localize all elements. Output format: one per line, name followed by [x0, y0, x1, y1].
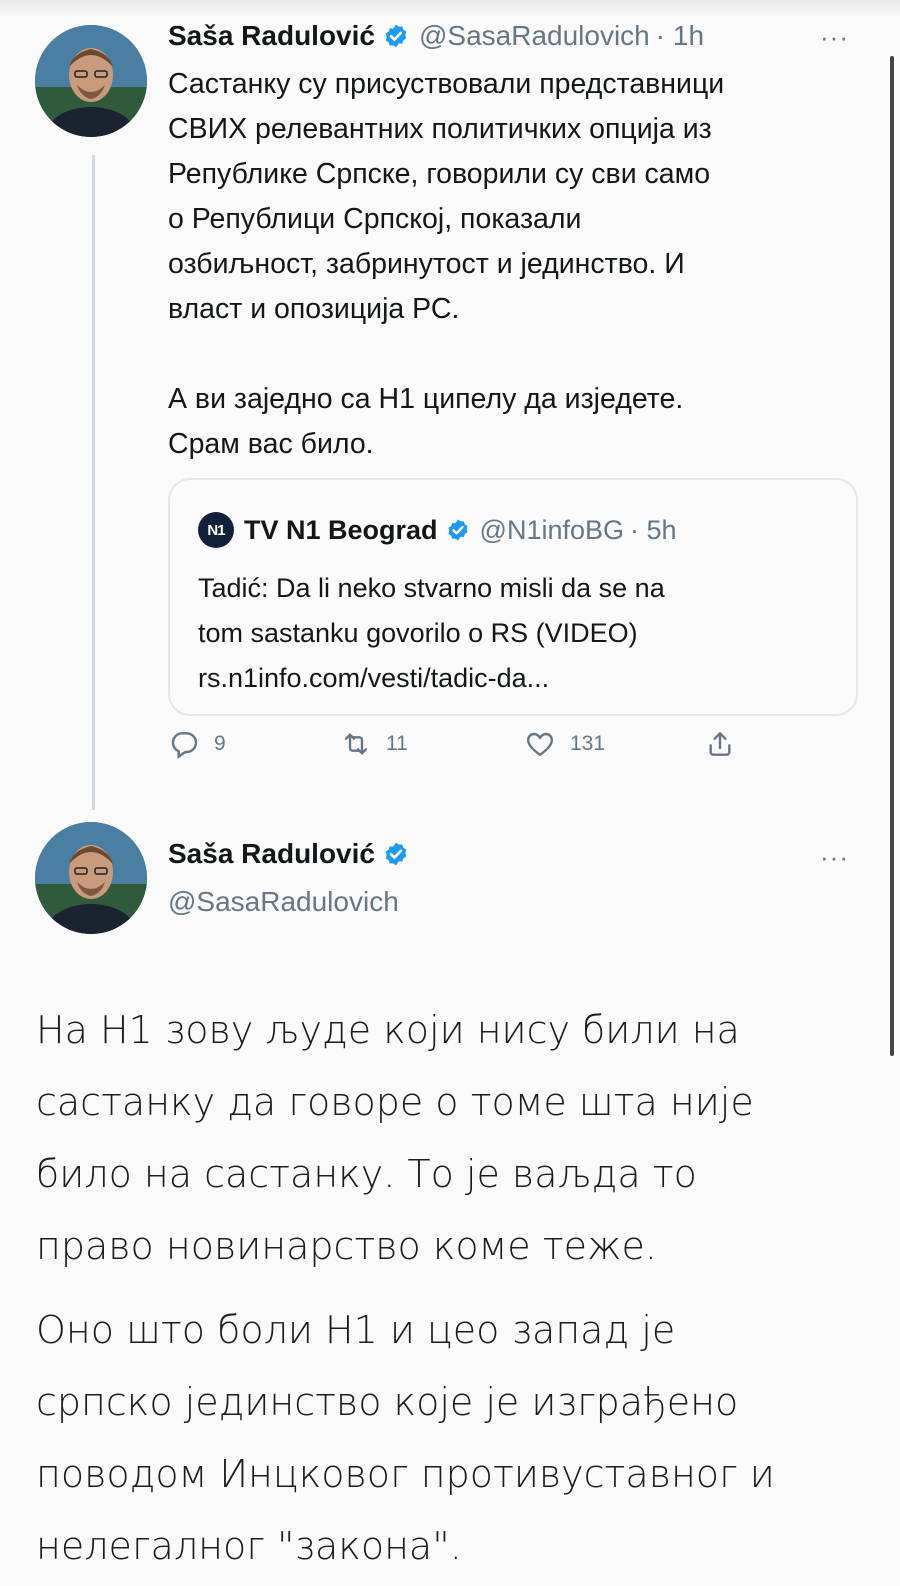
text-line: Срам вас било. — [168, 428, 374, 460]
text-line: састанку да говоре о томе шта није — [36, 1080, 754, 1124]
like-icon — [526, 732, 554, 757]
quoted-tweet-card[interactable]: N1 TV N1 Beograd @N1infoBG · 5h Tadić: D… — [168, 478, 858, 716]
text-line: било на састанку. То је ваљда то — [36, 1152, 697, 1196]
top-fade — [0, 0, 900, 18]
text-line: поводом Инцковог противуставног и — [36, 1452, 775, 1496]
quoted-tweet-time: · 5h — [630, 514, 677, 545]
author-name[interactable]: Saša Radulović — [168, 838, 375, 870]
text-line: Оно што боли Н1 и цео запад је — [36, 1308, 676, 1352]
share-button[interactable] — [704, 728, 736, 760]
text-line: tom sastanku govorilo o RS (VIDEO) — [198, 618, 638, 648]
tweet2-header: Saša Radulović — [168, 838, 409, 870]
more-icon[interactable]: ··· — [820, 842, 849, 873]
text-line: нелегалног "закона". — [36, 1524, 462, 1568]
retweet-count: 11 — [386, 732, 408, 755]
text-line: српско јединство које је изграђено — [36, 1380, 739, 1424]
quoted-author-name: TV N1 Beograd — [244, 514, 438, 545]
avatar-photo-icon — [35, 25, 147, 137]
tweet2-text: На Н1 зову људе који нису били на састан… — [36, 994, 866, 1582]
text-line: Републике Српске, говорили су сви само — [168, 158, 711, 190]
quoted-tweet-header: N1 TV N1 Beograd @N1infoBG · 5h — [198, 512, 677, 548]
reply-icon — [171, 732, 198, 759]
quoted-author-handle: @N1infoBG — [479, 514, 625, 545]
text-line: На Н1 зову људе који нису били на — [36, 1008, 740, 1052]
reply-button[interactable]: 9 — [168, 728, 226, 760]
text-line: власт и опозиција РС. — [168, 293, 460, 325]
tweet1-header: Saša Radulović @SasaRadulovich · 1h — [168, 20, 704, 52]
paragraph: На Н1 зову људе који нису били на састан… — [36, 994, 866, 1282]
text-line: Tadić: Da li neko stvarno misli da se na — [198, 573, 665, 603]
text-line: право новинарство коме теже. — [36, 1224, 657, 1268]
tweet-actions-bar: 9 11 131 — [168, 728, 788, 772]
reply-count: 9 — [214, 732, 226, 755]
avatar-photo-icon — [35, 822, 147, 934]
scrollbar[interactable] — [890, 56, 894, 1056]
tweet-time[interactable]: · 1h — [656, 20, 704, 52]
retweet-button[interactable]: 11 — [340, 728, 408, 760]
text-line: СВИХ релевантних политичких опција из — [168, 113, 712, 145]
retweet-icon — [344, 733, 368, 755]
text-line: озбиљност, забринутост и јединство. И — [168, 248, 685, 280]
verified-badge-icon — [448, 519, 468, 541]
tweet1-text: Састанку су присуствовали представници С… — [168, 62, 868, 467]
text-line: А ви заједно са Н1 ципелу да изједете. — [168, 383, 684, 415]
author-handle[interactable]: @SasaRadulovich — [419, 20, 650, 52]
share-icon — [709, 732, 731, 756]
avatar[interactable] — [35, 25, 147, 137]
verified-badge-icon — [385, 842, 407, 866]
author-name[interactable]: Saša Radulović — [168, 20, 375, 52]
text-line: Састанку су присуствовали представници — [168, 68, 725, 100]
quoted-link[interactable]: rs.n1info.com/vesti/tadic-da... — [198, 656, 848, 701]
text-line: о Републици Српској, показали — [168, 203, 582, 235]
n1-logo-icon: N1 — [198, 512, 234, 548]
paragraph: Оно што боли Н1 и цео запад је српско је… — [36, 1294, 866, 1582]
like-count: 131 — [570, 732, 606, 755]
thread-connector-line — [92, 155, 95, 810]
author-handle[interactable]: @SasaRadulovich — [168, 886, 399, 918]
like-button[interactable]: 131 — [524, 728, 605, 760]
avatar[interactable] — [35, 822, 147, 934]
quoted-tweet-text: Tadić: Da li neko stvarno misli da se na… — [198, 566, 848, 701]
verified-badge-icon — [385, 24, 407, 48]
twitter-thread-screen: Saša Radulović @SasaRadulovich · 1h ··· … — [0, 0, 900, 1586]
more-icon[interactable]: ··· — [820, 22, 849, 53]
